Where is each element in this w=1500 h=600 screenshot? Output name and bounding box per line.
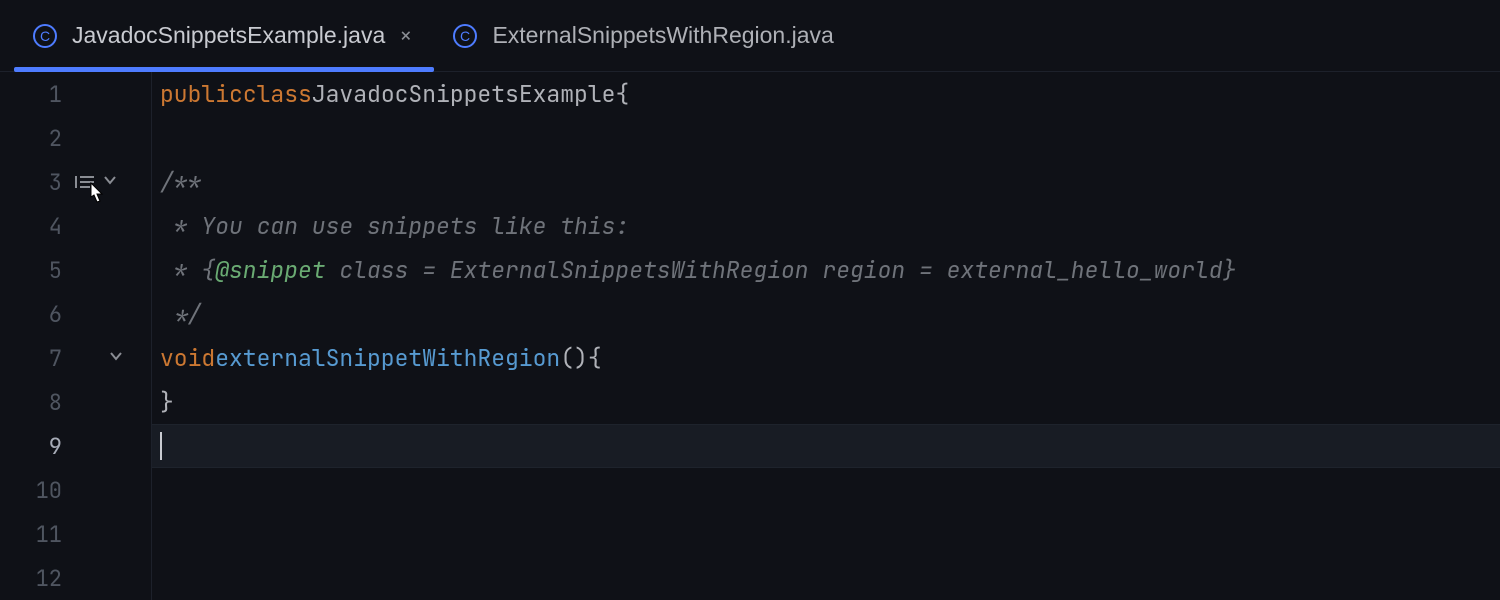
gutter-line: 7 bbox=[0, 336, 151, 380]
svg-text:C: C bbox=[460, 28, 470, 44]
tab-external-snippets-with-region[interactable]: C ExternalSnippetsWithRegion.java bbox=[434, 0, 855, 71]
class-icon: C bbox=[32, 23, 58, 49]
text-caret bbox=[160, 432, 162, 460]
close-icon[interactable]: × bbox=[399, 25, 412, 47]
code-line[interactable]: } bbox=[152, 380, 1500, 424]
gutter-line: 8 bbox=[0, 380, 151, 424]
code-line[interactable]: public class JavadocSnippetsExample { bbox=[152, 72, 1500, 116]
gutter-line: 4 bbox=[0, 204, 151, 248]
code-line[interactable]: */ bbox=[152, 292, 1500, 336]
chevron-down-icon[interactable] bbox=[108, 348, 124, 368]
code-area[interactable]: public class JavadocSnippetsExample { /*… bbox=[152, 72, 1500, 600]
gutter-line: 1 bbox=[0, 72, 151, 116]
code-line[interactable] bbox=[152, 468, 1500, 512]
render-doc-icon[interactable] bbox=[74, 173, 96, 191]
line-number-gutter: 1 2 3 4 5 6 7 bbox=[0, 72, 152, 600]
class-icon: C bbox=[452, 23, 478, 49]
gutter-line: 10 bbox=[0, 468, 151, 512]
code-line[interactable]: void externalSnippetWithRegion() { bbox=[152, 336, 1500, 380]
tab-javadoc-snippets-example[interactable]: C JavadocSnippetsExample.java × bbox=[14, 0, 434, 71]
code-line[interactable] bbox=[152, 556, 1500, 600]
code-line[interactable] bbox=[152, 116, 1500, 160]
tab-label: ExternalSnippetsWithRegion.java bbox=[492, 22, 833, 49]
gutter-line: 5 bbox=[0, 248, 151, 292]
editor-tabbar: C JavadocSnippetsExample.java × C Extern… bbox=[0, 0, 1500, 72]
code-line-current[interactable] bbox=[152, 424, 1500, 468]
code-line[interactable]: * You can use snippets like this: bbox=[152, 204, 1500, 248]
gutter-line: 3 bbox=[0, 160, 151, 204]
tab-label: JavadocSnippetsExample.java bbox=[72, 22, 385, 49]
code-line[interactable]: * {@snippet class = ExternalSnippetsWith… bbox=[152, 248, 1500, 292]
svg-text:C: C bbox=[40, 28, 50, 44]
gutter-line: 6 bbox=[0, 292, 151, 336]
gutter-line: 9 bbox=[0, 424, 151, 468]
code-line[interactable]: /** bbox=[152, 160, 1500, 204]
code-line[interactable] bbox=[152, 512, 1500, 556]
chevron-down-icon[interactable] bbox=[102, 172, 118, 192]
gutter-line: 11 bbox=[0, 512, 151, 556]
gutter-line: 12 bbox=[0, 556, 151, 600]
gutter-line: 2 bbox=[0, 116, 151, 160]
code-editor: 1 2 3 4 5 6 7 bbox=[0, 72, 1500, 600]
